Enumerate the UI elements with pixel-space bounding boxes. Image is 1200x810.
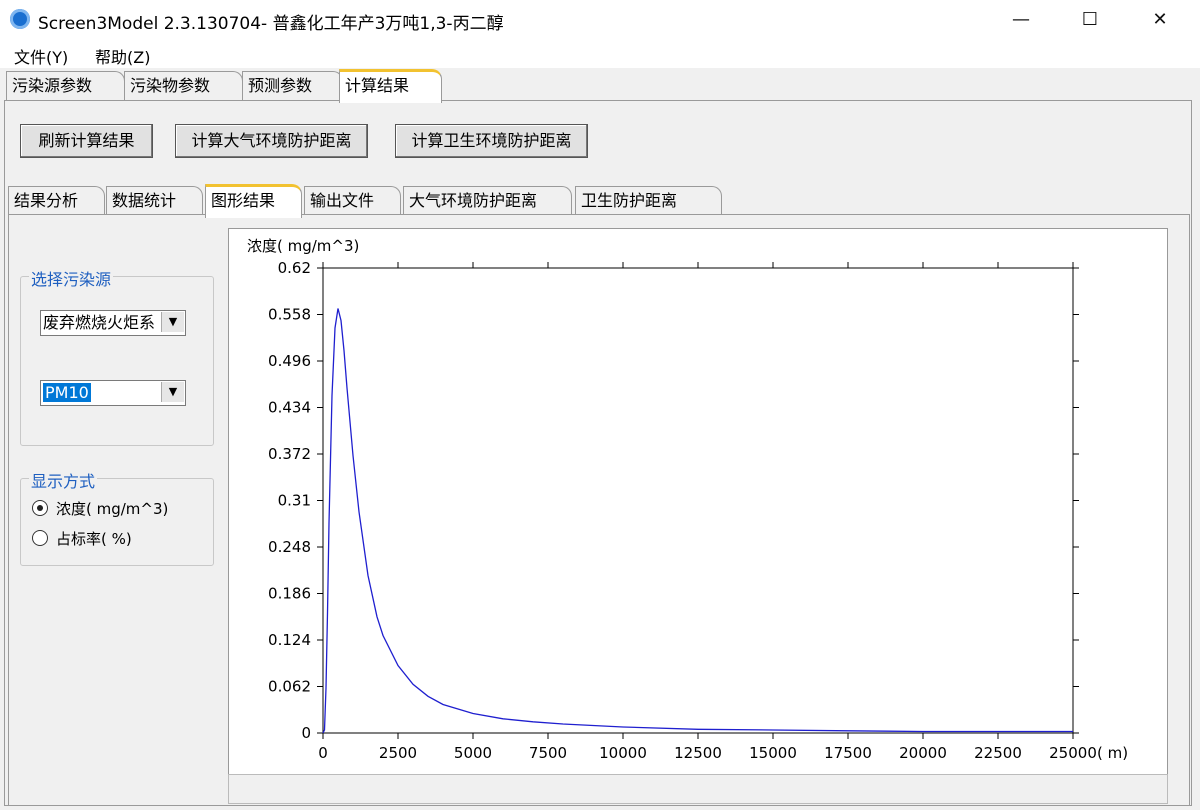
x-tick-label: 22500 bbox=[974, 744, 1022, 762]
dropdown-arrow-icon[interactable]: ▼ bbox=[161, 382, 184, 402]
concentration-chart: 浓度( mg/m^3) 0 2500 5000 7500 10000 12500 15000… bbox=[247, 237, 1128, 762]
plot-frame bbox=[322, 267, 1074, 734]
x-tick-label: 17500 bbox=[824, 744, 872, 762]
tab-forecast-params[interactable]: 预测参数 bbox=[242, 71, 343, 100]
display-mode-group: 显示方式 bbox=[20, 468, 214, 566]
tab-graph-results[interactable]: 图形结果 bbox=[205, 184, 302, 218]
x-tick-label: 10000 bbox=[599, 744, 647, 762]
radio-checked-icon[interactable] bbox=[32, 500, 48, 516]
title-bar: Screen3Model 2.3.130704- 普鑫化工年产3万吨1,3-丙二… bbox=[0, 0, 1200, 40]
tab-results[interactable]: 计算结果 bbox=[339, 69, 442, 103]
source-dropdown-value: 废弃燃烧火炬系 bbox=[43, 313, 156, 332]
tab-output-files[interactable]: 输出文件 bbox=[304, 186, 401, 215]
chart-bottom-bar bbox=[228, 774, 1168, 804]
pollutant-dropdown[interactable]: PM10 ▼ bbox=[40, 380, 186, 406]
menu-bar: 文件(Y) 帮助(Z) bbox=[0, 40, 1200, 68]
maximize-button[interactable]: ☐ bbox=[1067, 0, 1113, 40]
tab-source-params[interactable]: 污染源参数 bbox=[6, 71, 125, 100]
y-tick-label: 0.62 bbox=[278, 259, 311, 277]
refresh-results-button[interactable]: 刷新计算结果 bbox=[20, 124, 153, 158]
y-tick-label: 0.186 bbox=[268, 585, 311, 603]
main-tab-strip: 污染源参数 污染物参数 预测参数 计算结果 bbox=[6, 69, 1196, 103]
y-tick-label: 0.062 bbox=[268, 678, 311, 696]
tab-atmos-protection-distance[interactable]: 大气环境防护距离 bbox=[403, 186, 572, 215]
source-group-title: 选择污染源 bbox=[29, 266, 114, 290]
y-tick-label: 0 bbox=[301, 724, 311, 742]
pollutant-dropdown-value: PM10 bbox=[43, 383, 91, 402]
y-tick-label: 0.372 bbox=[268, 445, 311, 463]
radio-ratio[interactable]: 占标率( %) bbox=[32, 528, 132, 549]
y-tick-label: 0.31 bbox=[278, 492, 311, 510]
x-tick-label: 20000 bbox=[899, 744, 947, 762]
x-tick-label: 25000 bbox=[1049, 744, 1097, 762]
radio-ratio-label: 占标率( %) bbox=[56, 530, 132, 548]
sanitary-protection-distance-button[interactable]: 计算卫生环境防护距离 bbox=[395, 124, 588, 158]
display-group-title: 显示方式 bbox=[29, 468, 98, 492]
x-tick-label: 0 bbox=[318, 744, 328, 762]
tab-pollutant-params[interactable]: 污染物参数 bbox=[124, 71, 243, 100]
y-tick-label: 0.434 bbox=[268, 399, 311, 417]
tab-result-analysis[interactable]: 结果分析 bbox=[8, 186, 105, 215]
window-title: Screen3Model 2.3.130704- 普鑫化工年产3万吨1,3-丙二… bbox=[38, 14, 504, 34]
app-icon bbox=[10, 9, 30, 29]
radio-unchecked-icon[interactable] bbox=[32, 530, 48, 546]
chart-panel: 浓度( mg/m^3) 0 2500 5000 7500 10000 12500 15000… bbox=[228, 228, 1168, 778]
dropdown-arrow-icon[interactable]: ▼ bbox=[161, 312, 184, 332]
x-tick-label: 12500 bbox=[674, 744, 722, 762]
x-tick-label: 15000 bbox=[749, 744, 797, 762]
x-tick-label: 7500 bbox=[529, 744, 567, 762]
radio-concentration[interactable]: 浓度( mg/m^3) bbox=[32, 498, 168, 519]
y-tick-label: 0.248 bbox=[268, 538, 311, 556]
sub-tab-strip: 结果分析 数据统计 图形结果 输出文件 大气环境防护距离 卫生防护距离 bbox=[8, 184, 1188, 218]
close-button[interactable]: ✕ bbox=[1137, 0, 1183, 40]
source-dropdown[interactable]: 废弃燃烧火炬系 ▼ bbox=[40, 310, 186, 336]
source-select-group: 选择污染源 bbox=[20, 266, 214, 446]
x-tick-label: 2500 bbox=[379, 744, 417, 762]
y-tick-label: 0.558 bbox=[268, 306, 311, 324]
radio-concentration-label: 浓度( mg/m^3) bbox=[56, 500, 169, 518]
x-axis-label: ( m) bbox=[1097, 744, 1128, 762]
y-tick-label: 0.124 bbox=[268, 631, 311, 649]
y-tick-label: 0.496 bbox=[268, 352, 311, 370]
atmos-protection-distance-button[interactable]: 计算大气环境防护距离 bbox=[175, 124, 368, 158]
menu-file[interactable]: 文件(Y) bbox=[14, 44, 68, 68]
x-tick-label: 5000 bbox=[454, 744, 492, 762]
tab-data-statistics[interactable]: 数据统计 bbox=[106, 186, 203, 215]
y-axis-label: 浓度( mg/m^3) bbox=[247, 237, 359, 255]
menu-help[interactable]: 帮助(Z) bbox=[95, 44, 150, 68]
minimize-button[interactable]: — bbox=[998, 0, 1044, 40]
tab-sanitary-protection-distance[interactable]: 卫生防护距离 bbox=[575, 186, 722, 215]
